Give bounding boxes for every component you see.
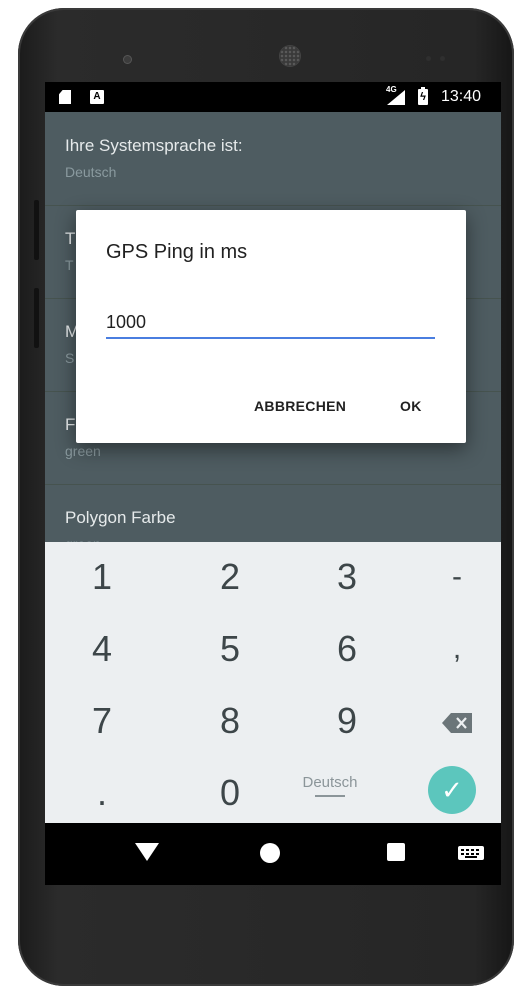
key-6[interactable]: 6	[290, 614, 404, 684]
cancel-button[interactable]: ABBRECHEN	[254, 398, 346, 414]
earpiece-speaker	[280, 46, 300, 66]
dialog-title: GPS Ping in ms	[106, 241, 248, 263]
key-3[interactable]: 3	[290, 542, 404, 612]
pref-summary: T	[65, 257, 74, 273]
pref-title: T	[65, 229, 76, 248]
signal-icon	[387, 90, 405, 105]
pref-summary: green	[65, 443, 101, 459]
light-sensor	[440, 56, 445, 61]
front-camera	[123, 55, 132, 64]
key-comma[interactable]: ,	[400, 614, 501, 684]
key-0[interactable]: 0	[173, 758, 287, 828]
key-dot[interactable]: .	[45, 758, 159, 828]
back-triangle-icon[interactable]	[135, 843, 159, 861]
keyboard-icon[interactable]	[458, 846, 484, 860]
key-1[interactable]: 1	[45, 542, 159, 612]
pref-title: Ihre Systemsprache ist:	[65, 136, 243, 155]
pref-summary: S	[65, 350, 75, 366]
numeric-keyboard: 1 2 3 - 4 5 6 , 7 8 9 ⌫ . 0 Deutsch ✓	[45, 542, 501, 823]
pref-title: F	[65, 415, 76, 434]
key-9[interactable]: 9	[290, 686, 404, 756]
volume-key	[34, 200, 39, 260]
language-key[interactable]: Deutsch	[273, 755, 387, 825]
recents-square-icon[interactable]	[387, 843, 405, 861]
notification-a-icon: A	[90, 90, 104, 104]
language-underline	[315, 795, 345, 797]
ok-button[interactable]: OK	[400, 398, 422, 414]
done-button[interactable]: ✓	[428, 766, 476, 814]
pref-item-system-language[interactable]: Ihre Systemsprache ist: Deutsch	[45, 112, 501, 206]
key-2[interactable]: 2	[173, 542, 287, 612]
key-4[interactable]: 4	[45, 614, 159, 684]
home-circle-icon[interactable]	[260, 843, 280, 863]
key-7[interactable]: 7	[45, 686, 159, 756]
gps-ping-input[interactable]	[106, 307, 435, 339]
power-key	[34, 288, 39, 348]
device-screen: A 4G ϟ 13:40 Ihre Systemsprache ist: Deu…	[45, 82, 501, 885]
key-minus[interactable]: -	[400, 542, 501, 612]
backspace-glyph	[442, 713, 472, 734]
delete-key[interactable]: ⌫	[400, 686, 501, 756]
key-8[interactable]: 8	[173, 686, 287, 756]
charging-bolt-icon: ϟ	[420, 91, 426, 103]
status-bar: A 4G ϟ 13:40	[45, 82, 501, 112]
navigation-bar	[45, 823, 501, 885]
pref-summary: Deutsch	[65, 164, 117, 180]
clock: 13:40	[441, 88, 482, 105]
checkmark-icon: ✓	[441, 775, 463, 805]
pref-title: Polygon Farbe	[65, 508, 176, 527]
language-label: Deutsch	[302, 774, 358, 791]
key-5[interactable]: 5	[173, 614, 287, 684]
gps-ping-dialog: GPS Ping in ms ABBRECHEN OK	[76, 210, 466, 443]
proximity-sensor	[426, 56, 431, 61]
sd-card-icon	[59, 90, 71, 104]
